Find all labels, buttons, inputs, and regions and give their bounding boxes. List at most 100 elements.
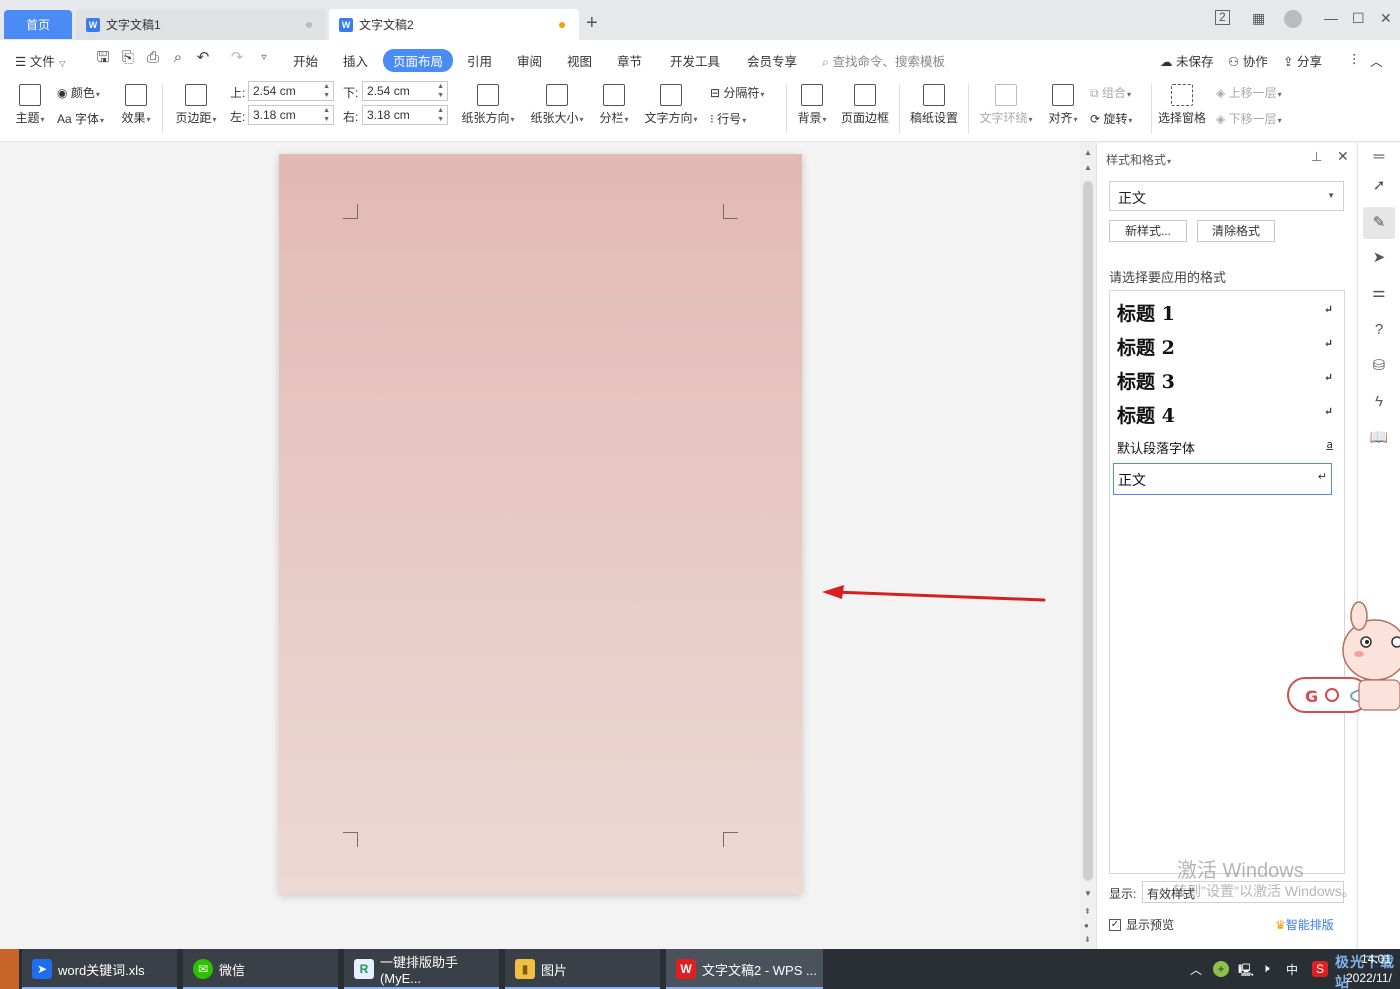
maximize-icon[interactable]: ☐ [1352,10,1365,27]
taskbar-item-layout-assistant[interactable]: R 一键排版助手(MyE... [344,949,499,989]
styles-panel-title[interactable]: 样式和格式▾ [1106,151,1171,168]
lightning-icon[interactable]: ϟ [1369,392,1389,412]
style-heading-4[interactable]: 标题 4 ↵ [1117,401,1337,428]
manuscript-settings-button[interactable]: 稿纸设置 [907,84,961,126]
scroll-down-icon[interactable]: ▼ [1084,889,1092,898]
background-button[interactable]: 背景▾ [794,84,830,126]
smart-layout-link[interactable]: ♛智能排版 [1275,916,1334,933]
text-direction-button[interactable]: 文字方向▾ [641,84,701,126]
spin-arrows-icon[interactable]: ▲ ▼ [437,106,444,124]
undo-icon[interactable]: ↶ [194,49,212,67]
menu-view[interactable]: 视图 [567,51,592,70]
show-preview-checkbox[interactable]: ✓ 显示预览 [1109,916,1174,933]
menu-member[interactable]: 会员专享 [747,51,797,70]
style-heading-1[interactable]: 标题 1 ↵ [1117,299,1337,326]
menu-insert[interactable]: 插入 [343,51,368,70]
tray-app-icon[interactable]: + [1213,961,1229,977]
clock-date[interactable]: 2022/11/ [1346,971,1392,985]
taskbar-item-wechat[interactable]: ✉ 微信 [183,949,338,989]
adjust-sliders-icon[interactable]: ⚌ [1369,283,1389,303]
help-icon[interactable]: ? [1369,320,1389,340]
backup-icon[interactable]: ⛁ [1369,356,1389,376]
style-heading-2[interactable]: 标题 2 ↵ [1117,333,1337,360]
rotate-button[interactable]: ⟳ 旋转▾ [1090,110,1132,127]
tab-document-1[interactable]: W 文字文稿1 [76,9,326,40]
close-window-icon[interactable]: ✕ [1380,10,1392,27]
text-wrap-button[interactable]: 文字环绕▾ [976,84,1036,126]
start-edge[interactable] [0,949,19,989]
prev-page-icon[interactable]: ⇞ [1084,907,1091,916]
collaborate-button[interactable]: ⚇ 协作 [1228,51,1268,70]
tab-document-2[interactable]: W 文字文稿2 [329,9,579,40]
current-style-select[interactable]: 正文 ▼ [1109,181,1344,211]
effect-button[interactable]: 效果▾ [118,84,154,126]
user-avatar[interactable] [1284,10,1302,28]
next-page-icon[interactable]: ⇟ [1084,935,1091,944]
menu-page-layout[interactable]: 页面布局 [383,49,454,72]
spin-arrows-icon[interactable]: ▲ ▼ [323,82,330,100]
style-heading-3[interactable]: 标题 3 ↵ [1117,367,1337,394]
print-icon[interactable]: ⎙ [144,49,162,67]
clear-format-button[interactable]: 清除格式 [1197,220,1275,242]
taskbar-item-wps[interactable]: W 文字文稿2 - WPS ... [666,949,823,989]
export-pdf-icon[interactable]: ⎘ [119,49,137,67]
pin-icon[interactable]: ⊥ [1311,149,1322,165]
send-backward-button[interactable]: ◈ 下移一层▾ [1216,110,1282,127]
theme-button[interactable]: 主题▾ [12,84,48,126]
margin-button[interactable]: 页边距▾ [173,84,219,126]
rocket-icon[interactable]: ➚ [1369,176,1389,196]
margin-top-field[interactable]: 2.54 cm ▲ ▼ [248,81,334,101]
line-numbers-button[interactable]: ⁝ 行号▾ [710,110,746,127]
columns-button[interactable]: 分栏▾ [596,84,632,126]
group-button[interactable]: ⧉ 组合▾ [1090,84,1131,101]
paper-size-button[interactable]: 纸张大小▾ [527,84,587,126]
bring-forward-button[interactable]: ◈ 上移一层▾ [1216,84,1282,101]
save-icon[interactable]: 🖫 [94,49,112,67]
menu-start[interactable]: 开始 [293,51,318,70]
menu-review[interactable]: 审阅 [517,51,542,70]
reading-icon[interactable]: 📖 [1369,428,1389,448]
quick-access-more-icon[interactable]: ▿ [255,49,273,67]
menu-references[interactable]: 引用 [467,51,492,70]
unsaved-cloud-button[interactable]: ☁ 未保存 [1160,51,1214,70]
more-options-icon[interactable]: ⋮ [1348,51,1361,66]
orientation-button[interactable]: 纸张方向▾ [458,84,518,126]
sogou-ime-icon[interactable]: S [1312,961,1328,977]
print-preview-icon[interactable]: ⌕ [169,49,187,67]
network-icon[interactable]: 🖳 [1238,961,1254,982]
taskbar-item-excel[interactable]: ➤ word关键词.xls [22,949,177,989]
scrollbar-thumb[interactable] [1083,181,1093,881]
tab-home[interactable]: 首页 [4,10,72,39]
select-pane-button[interactable]: 选择窗格 [1156,84,1208,126]
checkbox-checked-icon[interactable]: ✓ [1109,918,1121,931]
style-brush-icon[interactable]: ✎ [1363,207,1395,239]
clock-time[interactable]: 14:01 [1361,952,1391,966]
select-browse-icon[interactable]: ● [1084,921,1089,930]
redo-icon[interactable]: ↷ [228,49,246,67]
font-button[interactable]: Aa 字体▾ [57,110,104,127]
grid-apps-icon[interactable]: ▦ [1252,10,1265,27]
multi-window-icon[interactable]: 2 [1215,10,1230,25]
style-default-paragraph-font[interactable]: 默认段落字体 a [1117,438,1337,457]
mascot-assistant-image[interactable]: G [1287,598,1400,716]
share-button[interactable]: ⇪ 分享 [1283,51,1322,70]
margin-bottom-field[interactable]: 2.54 cm ▲ ▼ [362,81,448,101]
margin-left-field[interactable]: 3.18 cm ▲ ▼ [248,105,334,125]
document-page[interactable] [279,154,802,894]
minimize-icon[interactable]: — [1324,10,1338,26]
menu-developer[interactable]: 开发工具 [670,51,720,70]
volume-icon[interactable]: 🕨 [1262,961,1270,976]
style-normal-selected[interactable]: 正文 ↵ [1113,463,1332,495]
margin-right-field[interactable]: 3.18 cm ▲ ▼ [362,105,448,125]
vertical-scrollbar[interactable]: ▲ ▲ ▼ ⇞ ● ⇟ [1080,143,1096,949]
new-tab-plus-icon[interactable]: + [586,12,598,35]
scroll-up-icon[interactable]: ▲ [1084,148,1092,157]
tray-expand-icon[interactable]: ︿ [1190,961,1202,978]
menu-sections[interactable]: 章节 [617,51,642,70]
breaks-button[interactable]: ⊟ 分隔符▾ [710,84,764,101]
taskbar-item-pictures[interactable]: ▮ 图片 [505,949,660,989]
scroll-up-icon[interactable]: ▲ [1084,163,1092,172]
align-button[interactable]: 对齐▾ [1044,84,1082,126]
collapse-ribbon-icon[interactable]: ︿ [1370,51,1383,70]
page-border-button[interactable]: 页面边框 [839,84,891,126]
